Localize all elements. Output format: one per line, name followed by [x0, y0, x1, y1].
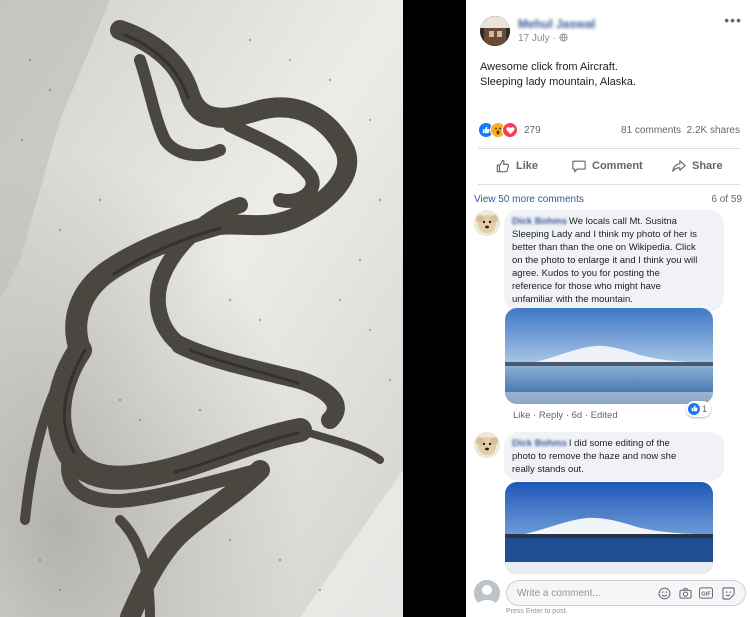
share-button[interactable]: Share	[672, 152, 723, 180]
post-photo[interactable]	[0, 0, 403, 617]
comment-reply-link[interactable]: Reply	[539, 410, 563, 421]
comment-input[interactable]	[517, 584, 647, 602]
svg-text:GIF: GIF	[701, 591, 711, 597]
reactions-summary: 279 81 comments 2.2K shares	[478, 122, 740, 140]
share-count[interactable]: 2.2K shares	[687, 125, 740, 136]
love-icon	[502, 122, 518, 138]
like-icon	[688, 403, 700, 415]
emoji-icon[interactable]	[657, 586, 671, 600]
comment-bubble: Dick Bohms We locals call Mt. Susitna Sle…	[504, 210, 724, 311]
comment-line: on the photo to enlarge it and I think y…	[512, 255, 698, 266]
post-meta: 17 July ·	[518, 33, 568, 44]
author-name[interactable]: Mehul Jaswal	[518, 17, 595, 31]
comment-icon	[572, 160, 586, 173]
author-avatar[interactable]	[480, 16, 510, 46]
comment-like-link[interactable]: Like	[513, 410, 530, 421]
globe-icon	[559, 33, 568, 42]
commenter-avatar[interactable]	[474, 210, 500, 236]
mountain-photo	[505, 482, 713, 574]
comment-label: Comment	[592, 160, 643, 172]
post-options-button[interactable]: •••	[724, 12, 742, 28]
comment-age[interactable]: 6d	[572, 410, 583, 421]
comment-edited: Edited	[590, 410, 618, 421]
comment-line: agree. Kudos to you for posting the	[512, 268, 660, 279]
gif-icon[interactable]: GIF	[699, 586, 713, 600]
comment-input-box[interactable]: GIF	[506, 580, 746, 606]
comment-line: really stands out.	[512, 464, 584, 475]
dog-avatar-image	[474, 432, 500, 458]
comment-bubble: Dick Bohms I did some editing of the phot…	[504, 432, 724, 481]
viewer-backdrop	[403, 0, 466, 617]
comment-page-count: 6 of 59	[711, 194, 742, 205]
composer-hint: Press Enter to post.	[506, 608, 568, 615]
divider	[478, 148, 740, 149]
reaction-count[interactable]: 279	[524, 125, 541, 136]
avatar-image	[480, 16, 510, 46]
like-label: Like	[516, 160, 539, 172]
current-user-avatar[interactable]	[474, 580, 500, 606]
comment-line: Dick Bohms I did some editing of the	[512, 437, 716, 450]
comment-text: We locals call Mt. Susitna	[568, 216, 677, 227]
like-button[interactable]: Like	[496, 152, 538, 180]
comment-text: I did some editing of the	[568, 438, 670, 449]
commenter-avatar[interactable]	[474, 432, 500, 458]
thumbs-up-icon	[496, 159, 510, 173]
post-text-line: Sleeping lady mountain, Alaska.	[480, 76, 636, 88]
comment-reaction-count: 1	[702, 404, 708, 414]
comment-line: Sleeping Lady and I think my photo of he…	[512, 229, 697, 240]
comment-reaction-badge[interactable]: 1	[686, 401, 712, 417]
action-bar: Like Comment Share	[478, 152, 740, 180]
commenter-name[interactable]: Dick Bohms	[512, 438, 567, 449]
comment-composer: GIF Press Enter to post.	[466, 576, 750, 617]
sticker-icon[interactable]	[721, 586, 735, 600]
mountain-photo	[505, 308, 713, 404]
share-label: Share	[692, 160, 723, 172]
comments-shares: 81 comments 2.2K shares	[621, 125, 740, 136]
dog-avatar-image	[474, 210, 500, 236]
comment-meta: Like · Reply · 6d · Edited	[513, 410, 618, 421]
share-icon	[672, 160, 686, 172]
comment-count[interactable]: 81 comments	[621, 125, 681, 136]
divider	[478, 184, 740, 185]
comment-line: unfamiliar with the mountain.	[512, 294, 633, 305]
comment-line: better than than the one on Wikipedia. C…	[512, 242, 696, 253]
sleeping-lady-mountain-image	[0, 0, 403, 617]
comment-line: photo to remove the haze and now she	[512, 451, 677, 462]
comment-line: reference for those who might have	[512, 281, 661, 292]
camera-icon[interactable]	[678, 586, 692, 600]
comment-photo[interactable]	[505, 308, 713, 404]
comment-photo[interactable]	[505, 482, 713, 574]
view-more-comments-link[interactable]: View 50 more comments	[474, 194, 584, 205]
post-header: Mehul Jaswal 17 July · •••	[480, 12, 742, 46]
commenter-name[interactable]: Dick Bohms	[512, 216, 567, 227]
post-date[interactable]: 17 July	[518, 33, 550, 44]
comment-line: Dick Bohms We locals call Mt. Susitna	[512, 215, 716, 228]
post-text: Awesome click from Aircraft. Sleeping la…	[480, 60, 738, 90]
post-side-panel: Mehul Jaswal 17 July · ••• Awesome click…	[466, 0, 750, 617]
post-text-line: Awesome click from Aircraft.	[480, 61, 618, 73]
default-avatar-icon	[474, 580, 500, 606]
comment-button[interactable]: Comment	[572, 152, 643, 180]
